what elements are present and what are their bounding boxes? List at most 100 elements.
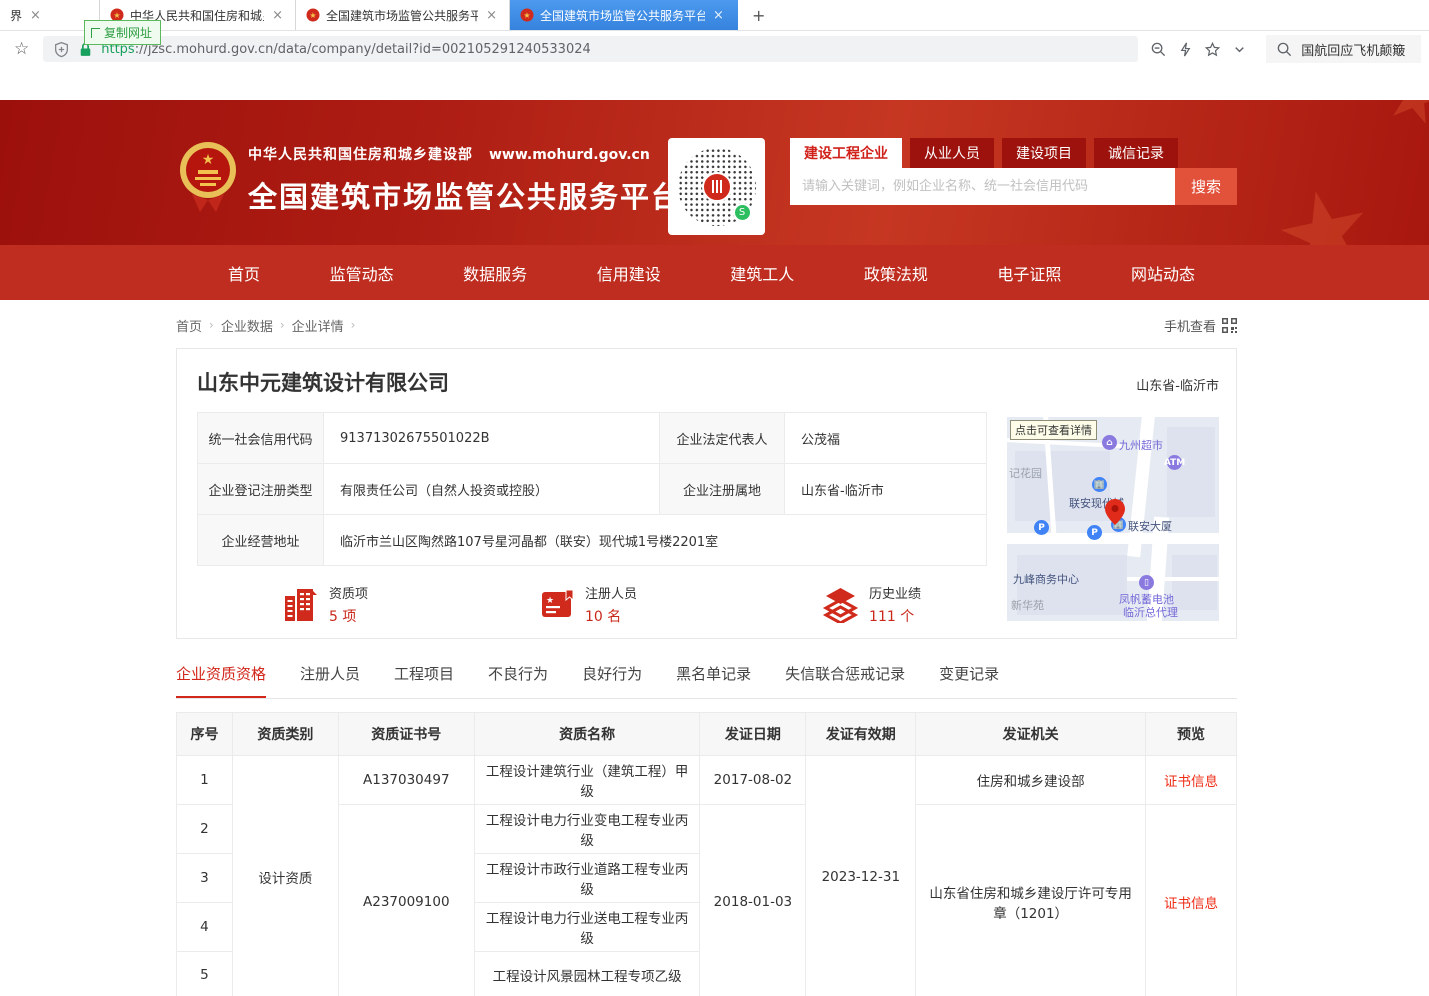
table-header-row: 序号 资质类别 资质证书号 资质名称 发证日期 发证有效期 发证机关 预览 xyxy=(177,713,1237,756)
nav-item-construction-workers[interactable]: 建筑工人 xyxy=(730,261,794,285)
qr-code-icon[interactable] xyxy=(1222,318,1237,333)
poi-pin-icon: ▯ xyxy=(1139,575,1154,590)
map-label: 临沂总代理 xyxy=(1123,604,1178,620)
certificate-number: A137030497 xyxy=(338,756,474,805)
certificate-info-link[interactable]: 证书信息 xyxy=(1164,896,1218,912)
nav-item-site-news[interactable]: 网站动态 xyxy=(1131,261,1195,285)
browser-tab-active[interactable]: ★ 全国建筑市场监管公共服务平台 × xyxy=(510,0,738,30)
search-button[interactable]: 搜索 xyxy=(1175,168,1237,205)
news-search-text: 国航回应飞机颠簸 xyxy=(1301,40,1405,59)
ministry-name: 中华人民共和国住房和城乡建设部 xyxy=(248,147,473,163)
search-tab-projects[interactable]: 建设项目 xyxy=(1002,138,1086,168)
favorite-star-icon[interactable] xyxy=(1204,41,1221,58)
tab-close-icon[interactable]: × xyxy=(484,8,499,23)
mobile-view-label[interactable]: 手机查看 xyxy=(1164,316,1216,335)
map-tooltip: 点击可查看详情 xyxy=(1010,420,1097,440)
tab-close-icon[interactable]: × xyxy=(28,8,43,23)
certificate-info-link[interactable]: 证书信息 xyxy=(1164,774,1218,790)
stat-label: 注册人员 xyxy=(585,583,637,602)
column-header: 资质证书号 xyxy=(338,713,474,756)
table-row: 企业经营地址 临沂市兰山区陶然路107号星河晶都（联安）现代城1号楼2201室 xyxy=(198,515,987,566)
map-label: 九州超市 xyxy=(1119,437,1163,453)
search-tab-practitioners[interactable]: 从业人员 xyxy=(910,138,994,168)
breadcrumb-company-detail[interactable]: 企业详情 xyxy=(292,316,344,335)
search-icon xyxy=(1276,41,1293,58)
map-label: 记花园 xyxy=(1009,465,1042,481)
row-number: 1 xyxy=(177,756,233,805)
qualification-name: 工程设计建筑行业（建筑工程）甲级 xyxy=(474,756,700,805)
tab-close-icon[interactable]: × xyxy=(711,8,726,23)
nav-item-e-certificates[interactable]: 电子证照 xyxy=(997,261,1061,285)
national-emblem-icon: ★ xyxy=(178,138,238,212)
tab-registered-personnel[interactable]: 注册人员 xyxy=(300,663,360,698)
map-label: 联安大厦 xyxy=(1128,518,1172,534)
nav-item-policies[interactable]: 政策法规 xyxy=(864,261,928,285)
search-row: 搜索 xyxy=(790,168,1237,205)
new-tab-button[interactable]: + xyxy=(738,0,779,30)
chevron-down-icon[interactable] xyxy=(1231,41,1248,58)
stat-value: 5 项 xyxy=(329,606,368,626)
nav-item-supervision-news[interactable]: 监管动态 xyxy=(330,261,394,285)
certificate-number: A237009100 xyxy=(338,805,474,996)
parking-pin-icon: P xyxy=(1087,525,1102,540)
breadcrumb-company-data[interactable]: 企业数据 xyxy=(221,316,273,335)
site-search-module: 建设工程企业 从业人员 建设项目 诚信记录 搜索 xyxy=(790,138,1237,205)
poi-pin-icon: ⌂ xyxy=(1102,435,1117,450)
table-row: 1 设计资质 A137030497 工程设计建筑行业（建筑工程）甲级 2017-… xyxy=(177,756,1237,805)
stat-registered-personnel: ★ 注册人员10 名 xyxy=(538,583,637,626)
site-title-block: 中华人民共和国住房和城乡建设部www.mohurd.gov.cn 全国建筑市场监… xyxy=(248,144,682,216)
breadcrumb-home[interactable]: 首页 xyxy=(176,316,202,335)
column-header: 发证日期 xyxy=(700,713,806,756)
column-header: 资质类别 xyxy=(232,713,338,756)
field-value: 91371302675501022B xyxy=(324,413,660,464)
news-search-box[interactable]: 国航回应飞机颠簸 xyxy=(1266,35,1421,63)
search-tab-credit-records[interactable]: 诚信记录 xyxy=(1094,138,1178,168)
map-label: 新华苑 xyxy=(1011,597,1044,613)
toolbar-actions xyxy=(1146,41,1252,58)
company-name: 山东中元建筑设计有限公司 xyxy=(197,367,449,397)
nav-item-credit-building[interactable]: 信用建设 xyxy=(597,261,661,285)
tab-qualifications[interactable]: 企业资质资格 xyxy=(176,663,266,698)
tab-blacklist[interactable]: 黑名单记录 xyxy=(676,663,751,698)
wechat-logo-icon: S xyxy=(733,203,752,222)
parking-pin-icon: P xyxy=(1034,520,1049,535)
browser-tab-3[interactable]: ★ 全国建筑市场监管公共服务平台 × xyxy=(296,0,510,30)
table-row: 统一社会信用代码 91371302675501022B 企业法定代表人 公茂福 xyxy=(198,413,987,464)
bookmark-star-icon[interactable]: ☆ xyxy=(8,39,35,59)
qualification-table: 序号 资质类别 资质证书号 资质名称 发证日期 发证有效期 发证机关 预览 1 … xyxy=(176,712,1237,996)
company-region: 山东省-临沂市 xyxy=(1136,375,1219,394)
field-value: 临沂市兰山区陶然路107号星河晶都（联安）现代城1号楼2201室 xyxy=(324,515,987,566)
field-value: 山东省-临沂市 xyxy=(785,464,987,515)
keyword-search-input[interactable] xyxy=(790,168,1175,205)
row-number: 4 xyxy=(177,903,233,952)
url-text: https://jzsc.mohurd.gov.cn/data/company/… xyxy=(101,42,591,57)
field-label: 企业经营地址 xyxy=(198,515,324,566)
svg-text:★: ★ xyxy=(309,11,316,20)
site-permission-shield-icon[interactable] xyxy=(53,41,70,58)
tab-bad-behavior[interactable]: 不良行为 xyxy=(488,663,548,698)
zoom-out-icon[interactable] xyxy=(1150,41,1167,58)
table-row: 企业登记注册类型 有限责任公司（自然人投资或控股） 企业注册属地 山东省-临沂市 xyxy=(198,464,987,515)
tab-dishonesty-records[interactable]: 失信联合惩戒记录 xyxy=(785,663,905,698)
tab-good-behavior[interactable]: 良好行为 xyxy=(582,663,642,698)
nav-item-home[interactable]: 首页 xyxy=(228,261,260,285)
search-tab-construction-enterprise[interactable]: 建设工程企业 xyxy=(790,138,902,168)
building-icon xyxy=(282,586,319,623)
issue-date: 2017-08-02 xyxy=(700,756,806,805)
flash-icon[interactable] xyxy=(1177,41,1194,58)
company-location-pin-icon xyxy=(1105,499,1125,525)
svg-text:★: ★ xyxy=(523,11,530,20)
address-bar[interactable]: https://jzsc.mohurd.gov.cn/data/company/… xyxy=(43,36,1138,62)
nav-item-data-services[interactable]: 数据服务 xyxy=(463,261,527,285)
breadcrumb-separator: › xyxy=(280,318,285,332)
tab-projects[interactable]: 工程项目 xyxy=(394,663,454,698)
column-header: 序号 xyxy=(177,713,233,756)
field-value: 有限责任公司（自然人投资或控股） xyxy=(324,464,660,515)
layers-icon xyxy=(822,586,859,623)
tab-change-records[interactable]: 变更记录 xyxy=(939,663,999,698)
tab-close-icon[interactable]: × xyxy=(270,8,285,23)
issuing-authority: 山东省住房和城乡建设厅许可专用章（1201） xyxy=(916,805,1146,996)
qualification-name: 工程设计风景园林工程专项乙级 xyxy=(474,952,700,996)
map-label: 九峰商务中心 xyxy=(1013,571,1079,587)
location-map[interactable]: 点击可查看详情 ⌂ 九州超市 ATM 记花园 🏢 联安现代城 🏢 联安大厦 P … xyxy=(1007,417,1219,621)
